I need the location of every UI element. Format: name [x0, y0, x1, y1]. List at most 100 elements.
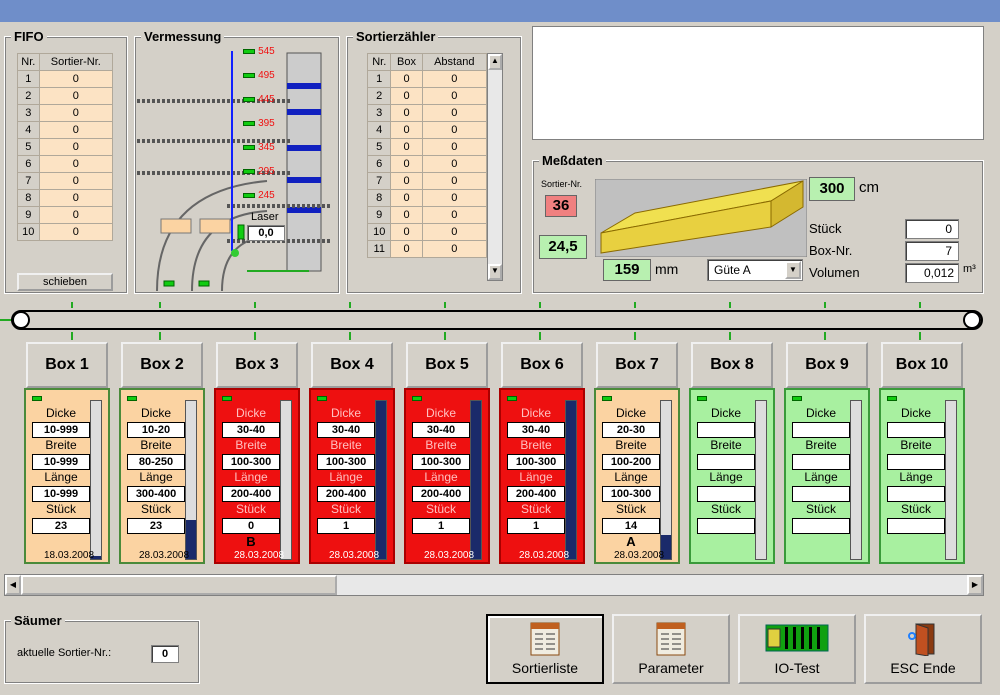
guete-select[interactable]: Güte A ▼ — [707, 259, 803, 281]
dicke-field[interactable]: 30-40 — [412, 422, 470, 438]
box-button-3[interactable]: Box 3 — [216, 342, 298, 388]
schieben-button[interactable]: schieben — [17, 273, 113, 291]
esc-ende-button[interactable]: ESC Ende — [864, 614, 982, 684]
vermessung-group: Vermessung 545 495 445 395 345 295 245 L… — [134, 29, 340, 294]
laenge-field[interactable]: 100-300 — [602, 486, 660, 502]
laenge-field[interactable]: 200-400 — [222, 486, 280, 502]
table-row[interactable]: 10 — [17, 70, 114, 88]
table-row[interactable]: 800 — [366, 189, 488, 207]
table-row[interactable]: 20 — [17, 87, 114, 105]
dicke-field[interactable] — [887, 422, 945, 438]
box-button-8[interactable]: Box 8 — [691, 342, 773, 388]
breite-field[interactable]: 10-999 — [32, 454, 90, 470]
stueck-field[interactable]: 14 — [602, 518, 660, 534]
fill-level-bar — [375, 400, 387, 560]
table-row[interactable]: 100 — [366, 70, 488, 88]
breite-label: Breite — [615, 438, 647, 452]
stueck-field[interactable] — [887, 518, 945, 534]
esc-ende-label: ESC Ende — [890, 660, 956, 676]
breite-field[interactable]: 100-300 — [222, 454, 280, 470]
box-button-4[interactable]: Box 4 — [311, 342, 393, 388]
sortierliste-button[interactable]: Sortierliste — [486, 614, 604, 684]
dicke-field[interactable]: 20-30 — [602, 422, 660, 438]
breite-field[interactable]: 100-300 — [412, 454, 470, 470]
box-button-6[interactable]: Box 6 — [501, 342, 583, 388]
table-row[interactable]: 40 — [17, 121, 114, 139]
table-row[interactable]: 100 — [17, 223, 114, 241]
laenge-field[interactable]: 200-400 — [317, 486, 375, 502]
table-row[interactable]: 90 — [17, 206, 114, 224]
laenge-field[interactable] — [697, 486, 755, 502]
measurement-diagram — [137, 51, 332, 291]
breite-field[interactable] — [697, 454, 755, 470]
breite-field[interactable]: 100-300 — [317, 454, 375, 470]
stueck-field[interactable] — [792, 518, 850, 534]
stueck-field[interactable] — [697, 518, 755, 534]
table-row[interactable]: 80 — [17, 189, 114, 207]
table-row[interactable]: 400 — [366, 121, 488, 139]
laenge-field[interactable]: 10-999 — [32, 486, 90, 502]
scroll-left-icon[interactable]: ◀ — [5, 575, 21, 595]
box-button-5[interactable]: Box 5 — [406, 342, 488, 388]
laenge-field[interactable]: 300-400 — [127, 486, 185, 502]
stueck-field[interactable]: 1 — [507, 518, 565, 534]
volumen-field[interactable]: 0,012 — [905, 263, 959, 283]
box-button-7[interactable]: Box 7 — [596, 342, 678, 388]
breite-field[interactable]: 100-200 — [602, 454, 660, 470]
stueck-field[interactable]: 1 — [412, 518, 470, 534]
table-row[interactable]: 30 — [17, 104, 114, 122]
table-row[interactable]: 300 — [366, 104, 488, 122]
scroll-up-icon[interactable]: ▲ — [488, 54, 502, 70]
iotest-button[interactable]: IO-Test — [738, 614, 856, 684]
table-row[interactable]: 10 0 0 — [366, 223, 488, 241]
table-row[interactable]: 50 — [17, 138, 114, 156]
breite-field[interactable] — [887, 454, 945, 470]
scroll-right-icon[interactable]: ▶ — [967, 575, 983, 595]
dicke-field[interactable] — [792, 422, 850, 438]
box-button-2[interactable]: Box 2 — [121, 342, 203, 388]
laenge-field[interactable] — [887, 486, 945, 502]
dicke-field[interactable]: 10-999 — [32, 422, 90, 438]
box-button-10[interactable]: Box 10 — [881, 342, 963, 388]
table-row[interactable]: 600 — [366, 155, 488, 173]
boxes-scrollbar[interactable]: ◀ ▶ — [4, 574, 984, 596]
laenge-field[interactable]: 200-400 — [412, 486, 470, 502]
scroll-down-icon[interactable]: ▼ — [488, 264, 502, 280]
table-row[interactable]: 900 — [366, 206, 488, 224]
breite-field[interactable]: 100-300 — [507, 454, 565, 470]
stueck-field[interactable]: 0 — [905, 219, 959, 239]
io-module-icon — [765, 624, 829, 652]
boxnr-field[interactable]: 7 — [905, 241, 959, 261]
parameter-button[interactable]: Parameter — [612, 614, 730, 684]
breite-label: Breite — [45, 438, 77, 452]
sortier-table[interactable]: Nr. Box Abstand 10020030040050060070080090… — [366, 53, 488, 258]
laenge-field[interactable] — [792, 486, 850, 502]
table-row[interactable]: 11 0 0 — [366, 240, 488, 258]
breite-field[interactable] — [792, 454, 850, 470]
table-row[interactable]: 500 — [366, 138, 488, 156]
stueck-field[interactable]: 0 — [222, 518, 280, 534]
dicke-field[interactable]: 30-40 — [222, 422, 280, 438]
laenge-field[interactable]: 200-400 — [507, 486, 565, 502]
stueck-field[interactable]: 23 — [32, 518, 90, 534]
sortier-scrollbar[interactable]: ▲ ▼ — [487, 53, 503, 281]
dicke-field[interactable] — [697, 422, 755, 438]
table-row[interactable]: 70 — [17, 172, 114, 190]
table-row[interactable]: 200 — [366, 87, 488, 105]
breite-field[interactable]: 80-250 — [127, 454, 185, 470]
box-button-1[interactable]: Box 1 — [26, 342, 108, 388]
fifo-table[interactable]: Nr. Sortier-Nr. 1 0 2 0 3 0 4 0 5 0 6 0 7 0 8 0 9 0 10 0 — [17, 53, 114, 241]
saeumer-field[interactable]: 0 — [151, 645, 179, 663]
scroll-thumb[interactable] — [21, 575, 337, 595]
table-row[interactable]: 700 — [366, 172, 488, 190]
stueck-field[interactable]: 1 — [317, 518, 375, 534]
dicke-field[interactable]: 30-40 — [507, 422, 565, 438]
dicke-field[interactable]: 10-20 — [127, 422, 185, 438]
table-row[interactable]: 60 — [17, 155, 114, 173]
stueck-field[interactable]: 23 — [127, 518, 185, 534]
status-led — [412, 396, 422, 401]
chevron-down-icon[interactable]: ▼ — [785, 261, 801, 279]
box-button-9[interactable]: Box 9 — [786, 342, 868, 388]
fifo-col-sort: Sortier-Nr. — [38, 53, 114, 71]
dicke-field[interactable]: 30-40 — [317, 422, 375, 438]
